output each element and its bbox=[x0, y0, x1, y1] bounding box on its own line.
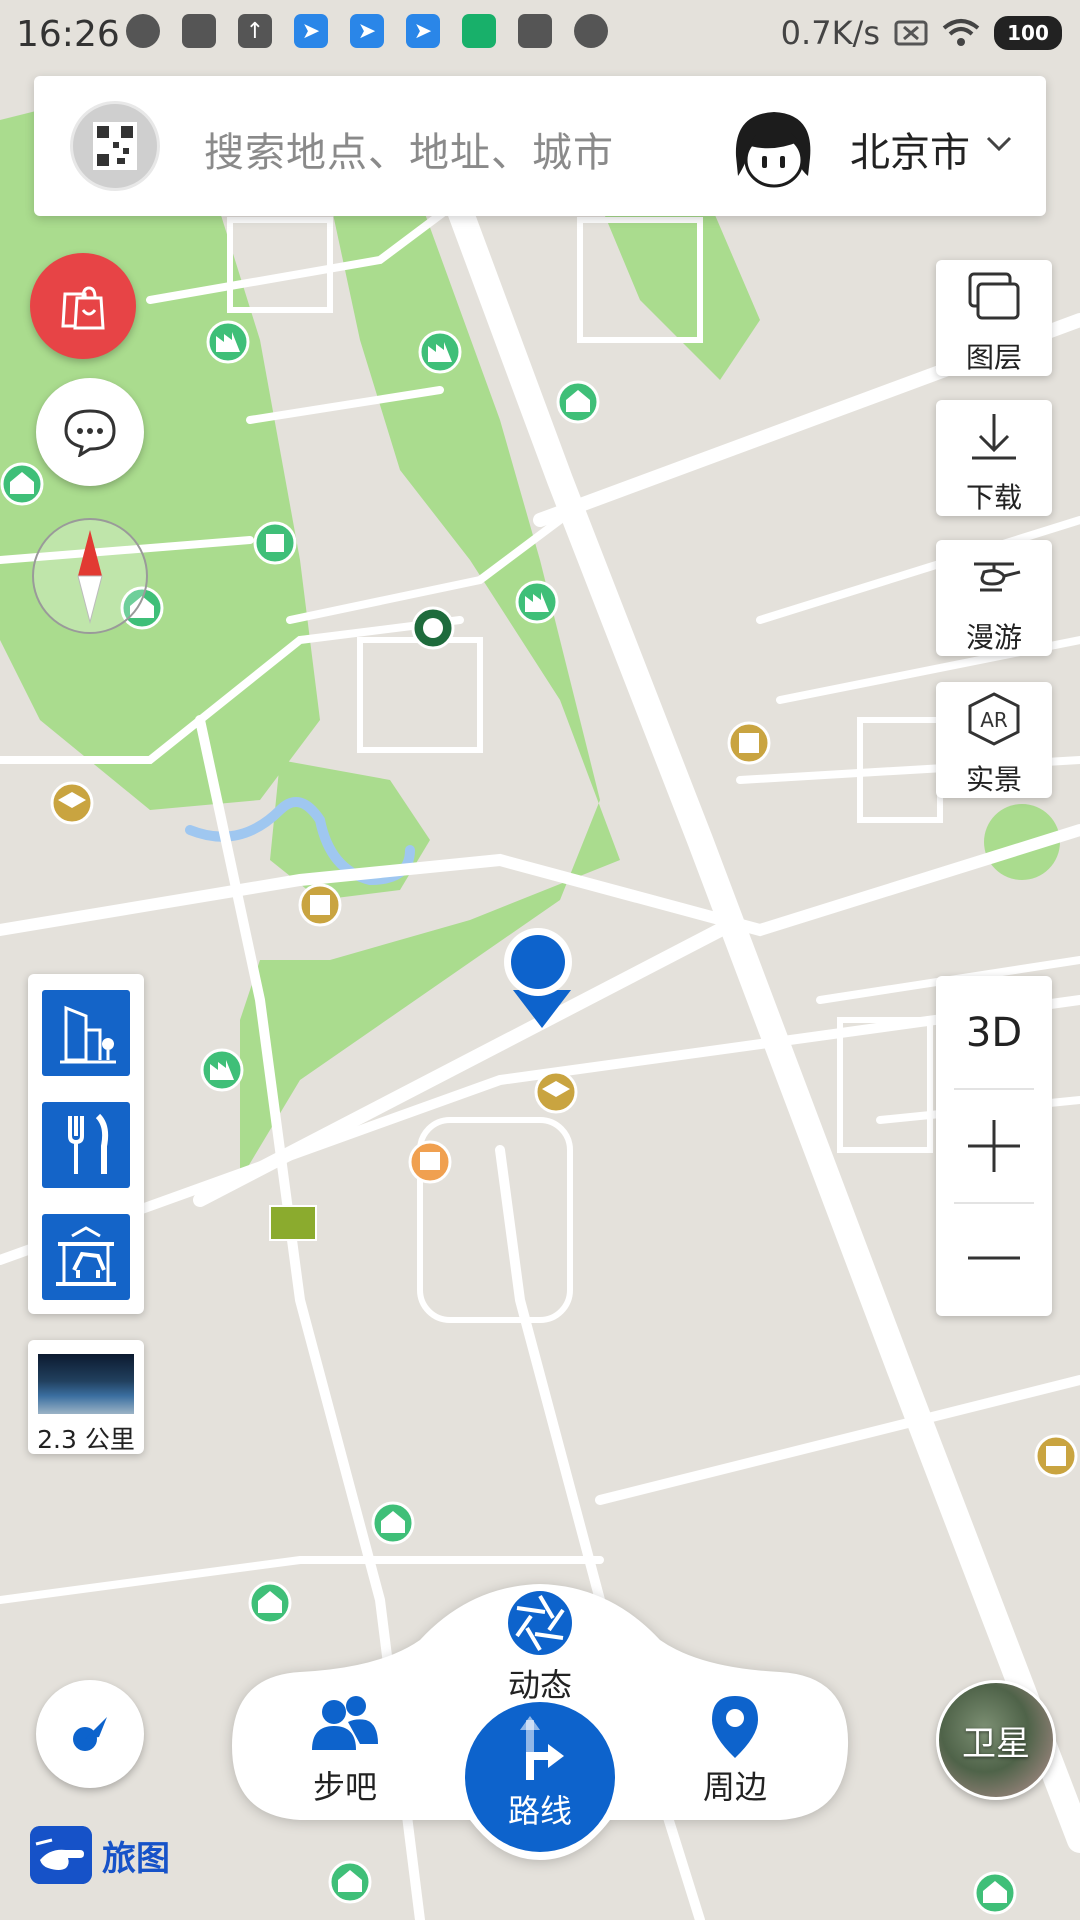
nav-nearby[interactable]: 周边 bbox=[655, 1694, 815, 1814]
compass-button[interactable] bbox=[32, 518, 148, 634]
city-selector[interactable]: 北京市 bbox=[850, 120, 970, 178]
paper-plane-icon: ➤ bbox=[406, 14, 440, 48]
nav-nearby-label: 周边 bbox=[702, 1768, 767, 1806]
ar-badge-text: AR bbox=[980, 708, 1008, 732]
roam-label: 漫游 bbox=[965, 621, 1022, 654]
no-sim-icon bbox=[894, 20, 928, 46]
school-poi bbox=[534, 1070, 578, 1114]
house-poi bbox=[248, 1581, 292, 1625]
category-food-button[interactable] bbox=[42, 1102, 130, 1188]
download-icon bbox=[972, 414, 1016, 460]
nav-buddy-label: 步吧 bbox=[312, 1768, 377, 1806]
category-attraction-button[interactable] bbox=[42, 1214, 130, 1300]
factory-poi bbox=[200, 1048, 244, 1092]
search-bar[interactable]: 搜索地点、地址、城市 北京市 bbox=[34, 76, 1046, 216]
category-building-button[interactable] bbox=[42, 990, 130, 1076]
3d-toggle-button[interactable]: 3D bbox=[936, 1010, 1052, 1056]
satellite-label: 卫星 bbox=[962, 1723, 1030, 1764]
qr-scan-avatar[interactable] bbox=[70, 101, 160, 191]
panorama-image bbox=[38, 1354, 134, 1414]
hand-logo-icon bbox=[30, 1826, 92, 1884]
house-poi bbox=[328, 1860, 372, 1904]
user-avatar-icon[interactable] bbox=[730, 106, 816, 190]
mi-store-icon bbox=[182, 14, 216, 48]
nav-route-button[interactable]: 路线 bbox=[465, 1702, 615, 1852]
aperture-icon bbox=[508, 1591, 572, 1655]
chevron-down-icon[interactable] bbox=[984, 116, 1014, 176]
notification-icons: ↑ ➤ ➤ ➤ bbox=[126, 14, 608, 48]
house-poi bbox=[973, 1871, 1017, 1915]
route-arrow-icon bbox=[520, 1716, 564, 1780]
zoom-out-button[interactable] bbox=[936, 1208, 1052, 1308]
house-poi bbox=[556, 380, 600, 424]
status-right: 0.7K/s 100 bbox=[781, 14, 1062, 52]
roam-button[interactable]: 漫游 bbox=[936, 540, 1052, 656]
paper-plane-icon: ➤ bbox=[294, 14, 328, 48]
house-poi bbox=[0, 462, 44, 506]
network-speed: 0.7K/s bbox=[780, 14, 880, 52]
office-poi bbox=[727, 721, 771, 765]
panorama-thumbnail[interactable]: 2.3 公里 bbox=[28, 1340, 144, 1454]
fork-knife-icon bbox=[68, 1113, 109, 1174]
status-time: 16:26 bbox=[16, 14, 120, 55]
battery-icon: 100 bbox=[994, 16, 1062, 50]
download-label: 下载 bbox=[965, 481, 1022, 514]
nav-route-label: 路线 bbox=[507, 1792, 572, 1830]
chat-button[interactable] bbox=[36, 378, 144, 486]
zoom-in-button[interactable] bbox=[936, 1096, 1052, 1196]
school-poi bbox=[50, 781, 94, 825]
satellite-button[interactable]: 卫星 bbox=[936, 1680, 1056, 1800]
download-button[interactable]: 下载 bbox=[936, 400, 1052, 516]
house-poi bbox=[371, 1501, 415, 1545]
zoom-panel: 3D bbox=[936, 976, 1052, 1316]
divider bbox=[954, 1202, 1034, 1204]
ar-label: 实景 bbox=[965, 763, 1022, 796]
carousel-icon bbox=[56, 1226, 116, 1286]
divider bbox=[954, 1088, 1034, 1090]
shopping-button[interactable] bbox=[30, 253, 136, 359]
building-icon bbox=[60, 1005, 116, 1064]
ar-hexagon-icon: AR bbox=[968, 692, 1020, 746]
app-logo: 旅图 bbox=[30, 1826, 170, 1884]
factory-poi bbox=[206, 320, 250, 364]
circle-icon bbox=[574, 14, 608, 48]
nav-buddy[interactable]: 步吧 bbox=[265, 1694, 425, 1814]
panorama-distance: 2.3 公里 bbox=[37, 1425, 135, 1454]
circle-icon bbox=[126, 14, 160, 48]
people-icon bbox=[312, 1696, 378, 1750]
library-poi bbox=[253, 521, 297, 565]
upload-icon: ↑ bbox=[238, 14, 272, 48]
shop-logo-poi bbox=[269, 1205, 317, 1241]
office-poi bbox=[298, 883, 342, 927]
ar-button[interactable]: AR 实景 bbox=[936, 682, 1052, 798]
location-pin-icon bbox=[712, 1696, 758, 1758]
factory-poi bbox=[418, 330, 462, 374]
status-bar: 16:26 ↑ ➤ ➤ ➤ 0.7K/s 100 bbox=[0, 0, 1080, 72]
nav-dynamic-label: 动态 bbox=[507, 1666, 572, 1704]
navigation-arrow-icon bbox=[73, 1717, 107, 1751]
nav-dynamic[interactable]: 动态 bbox=[460, 1588, 620, 1704]
qr-code-icon bbox=[93, 122, 137, 170]
app-logo-text: 旅图 bbox=[102, 1838, 170, 1879]
food-poi bbox=[408, 1140, 452, 1184]
layers-button[interactable]: 图层 bbox=[936, 260, 1052, 376]
category-panel bbox=[28, 974, 144, 1314]
office-poi bbox=[1034, 1434, 1078, 1478]
shopping-bag-icon bbox=[61, 286, 105, 330]
paper-plane-icon: ➤ bbox=[350, 14, 384, 48]
factory-poi bbox=[515, 580, 559, 624]
helicopter-icon bbox=[974, 562, 1021, 592]
wifi-icon bbox=[942, 19, 980, 46]
starbucks-poi bbox=[411, 606, 455, 650]
search-input[interactable]: 搜索地点、地址、城市 bbox=[204, 120, 614, 178]
green-app-icon bbox=[462, 14, 496, 48]
locate-button[interactable] bbox=[36, 1680, 144, 1788]
trash-icon bbox=[518, 14, 552, 48]
layers-label: 图层 bbox=[965, 341, 1022, 374]
chat-bubble-icon bbox=[64, 409, 116, 457]
compass-icon bbox=[77, 530, 103, 624]
layers-icon bbox=[968, 272, 1020, 320]
